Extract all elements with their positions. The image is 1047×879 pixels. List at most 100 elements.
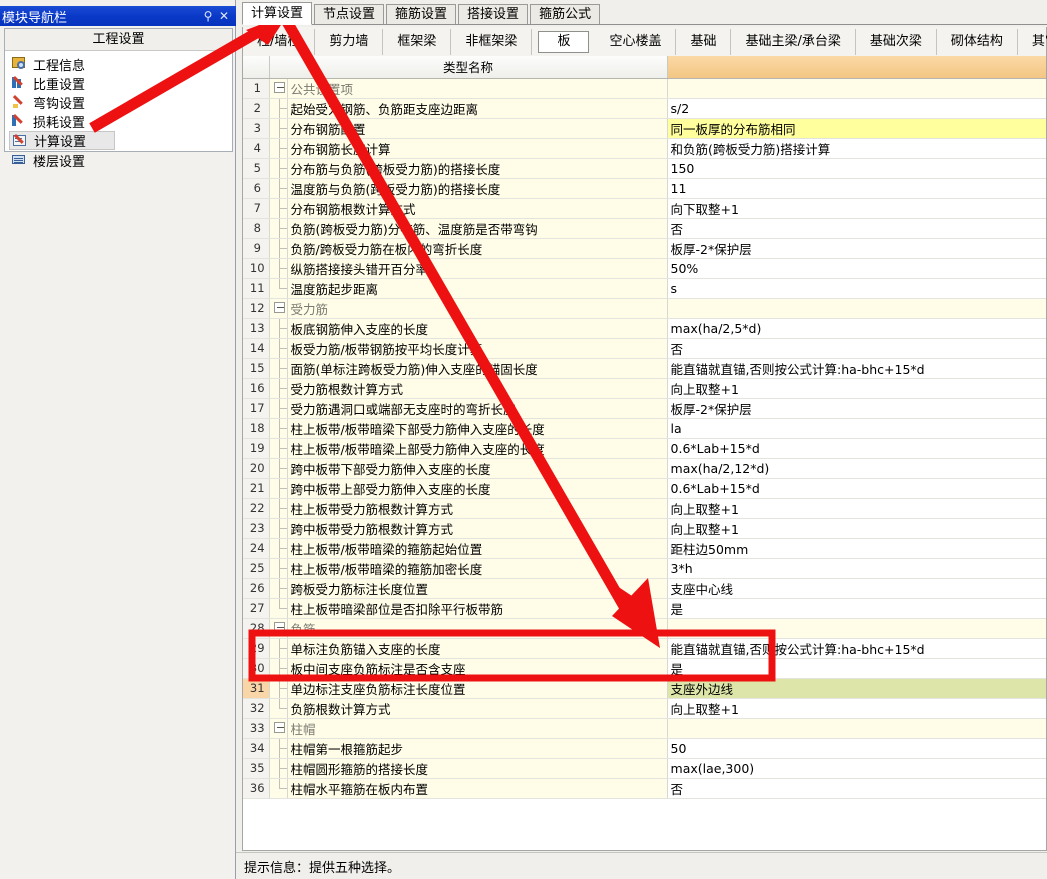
tab-foundation-sub-beam[interactable]: 基础次梁 [856,28,937,55]
tab-column-wall-column[interactable]: 柱/墙柱 [243,28,316,55]
tab-lap-settings[interactable]: 搭接设置 [458,4,529,24]
row-value[interactable]: 板厚-2*保护层 [667,238,1046,259]
tab-stirrup-settings[interactable]: 箍筋设置 [386,4,457,24]
table-row[interactable]: 9 负筋/跨板受力筋在板内的弯折长度 板厚-2*保护层 [243,238,1046,259]
row-value[interactable]: max(lae,300) [667,758,1046,779]
table-row[interactable]: 31 单边标注支座负筋标注长度位置 支座外边线 [243,678,1046,699]
row-value[interactable]: 同一板厚的分布筋相同 [667,118,1046,139]
tab-slab[interactable]: 板 [538,30,590,53]
row-value[interactable]: 0.6*Lab+15*d [667,438,1046,459]
table-row[interactable]: 35 柱帽圆形箍筋的搭接长度 max(lae,300) [243,758,1046,779]
table-row[interactable]: 17 受力筋遇洞口或端部无支座时的弯折长度 板厚-2*保护层 [243,398,1046,419]
tab-calc-settings[interactable]: 计算设置 [242,2,313,25]
tab-node-settings[interactable]: 节点设置 [314,4,385,24]
row-value[interactable]: 是 [667,658,1046,679]
row-value[interactable]: 3*h [667,558,1046,579]
row-value[interactable]: 否 [667,778,1046,799]
sidebar-item-project-info[interactable]: 工程信息 [9,55,115,74]
row-value[interactable] [667,718,1046,739]
row-value[interactable] [667,298,1046,319]
tree-expander-icon[interactable] [273,81,285,93]
table-row[interactable]: 33 柱帽 [243,718,1046,739]
tab-foundation-main-beam[interactable]: 基础主梁/承台梁 [731,28,856,55]
tab-frame-beam[interactable]: 框架梁 [383,28,452,55]
table-row[interactable]: 11 温度筋起步距离 s [243,278,1046,299]
row-value[interactable]: 向下取整+1 [667,198,1046,219]
row-value[interactable]: 否 [667,218,1046,239]
tab-stirrup-formula[interactable]: 箍筋公式 [530,4,601,24]
row-value[interactable] [667,78,1046,99]
table-row[interactable]: 6 温度筋与负筋(跨板受力筋)的搭接长度 11 [243,178,1046,199]
table-row[interactable]: 19 柱上板带/板带暗梁上部受力筋伸入支座的长度 0.6*Lab+15*d [243,438,1046,459]
table-row[interactable]: 30 板中间支座负筋标注是否含支座是 [243,658,1046,679]
table-row[interactable]: 3 分布钢筋配置 同一板厚的分布筋相同 [243,118,1046,139]
table-row[interactable]: 28 负筋 [243,618,1046,639]
tree-expander-icon[interactable] [273,301,285,313]
sidebar-item-floor-settings[interactable]: 楼层设置 [9,151,115,170]
table-row[interactable]: 24 柱上板带/板带暗梁的箍筋起始位置 距柱边50mm [243,538,1046,559]
table-row[interactable]: 26 跨板受力筋标注长度位置 支座中心线 [243,578,1046,599]
table-row[interactable]: 23 跨中板带受力筋根数计算方式 向上取整+1 [243,518,1046,539]
table-row[interactable]: 8 负筋(跨板受力筋)分布筋、温度筋是否带弯钩否 [243,218,1046,239]
row-value[interactable]: s [667,278,1046,299]
row-value[interactable]: 50% [667,258,1046,279]
header-type-name[interactable]: 类型名称 [269,56,668,79]
table-row[interactable]: 18 柱上板带/板带暗梁下部受力筋伸入支座的长度 la [243,418,1046,439]
table-row[interactable]: 27 柱上板带暗梁部位是否扣除平行板带筋是 [243,598,1046,619]
sidebar-item-hook[interactable]: 弯钩设置 [9,93,115,112]
tree-expander-icon[interactable] [273,721,285,733]
row-value[interactable]: 支座中心线 [667,578,1046,599]
table-row[interactable]: 4 分布钢筋长度计算 和负筋(跨板受力筋)搭接计算 [243,138,1046,159]
sidebar-item-weight-ratio[interactable]: 比重设置 [9,74,115,93]
row-value[interactable]: 是 [667,598,1046,619]
table-row[interactable]: 25 柱上板带/板带暗梁的箍筋加密长度 3*h [243,558,1046,579]
table-row[interactable]: 2 起始受力钢筋、负筋距支座边距离 s/2 [243,98,1046,119]
row-value[interactable]: 向上取整+1 [667,498,1046,519]
table-row[interactable]: 32 负筋根数计算方式 向上取整+1 [243,698,1046,719]
table-row[interactable]: 10 纵筋搭接接头错开百分率 50% [243,258,1046,279]
tab-shear-wall[interactable]: 剪力墙 [315,28,384,55]
table-row[interactable]: 16 受力筋根数计算方式 向上取整+1 [243,378,1046,399]
table-row[interactable]: 13 板底钢筋伸入支座的长度 max(ha/2,5*d) [243,318,1046,339]
tab-other[interactable]: 其它 [1018,29,1047,55]
row-value[interactable]: 支座外边线 [667,678,1046,699]
sidebar-item-loss[interactable]: 损耗设置 [9,112,115,131]
table-row[interactable]: 15 面筋(单标注跨板受力筋)伸入支座的锚固长度 能直锚就直锚,否则按公式计算:ha… [243,358,1046,379]
row-value[interactable]: max(ha/2,5*d) [667,318,1046,339]
row-value[interactable]: la [667,418,1046,439]
row-value[interactable]: 和负筋(跨板受力筋)搭接计算 [667,138,1046,159]
row-value[interactable]: 150 [667,158,1046,179]
row-value[interactable] [667,618,1046,639]
tab-masonry-structure[interactable]: 砌体结构 [937,28,1018,55]
table-row[interactable]: 12 受力筋 [243,298,1046,319]
row-value[interactable]: s/2 [667,98,1046,119]
tab-hollow-floor[interactable]: 空心楼盖 [595,28,677,55]
row-value[interactable]: 向上取整+1 [667,378,1046,399]
table-row[interactable]: 36 柱帽水平箍筋在板内布置否 [243,778,1046,799]
table-row[interactable]: 7 分布钢筋根数计算方式 向下取整+1 [243,198,1046,219]
row-value[interactable]: max(ha/2,12*d) [667,458,1046,479]
tab-non-frame-beam[interactable]: 非框架梁 [451,28,533,55]
tab-foundation[interactable]: 基础 [676,28,732,55]
row-value[interactable]: 11 [667,178,1046,199]
row-value[interactable]: 板厚-2*保护层 [667,398,1046,419]
tree-expander-icon[interactable] [273,621,285,633]
table-row[interactable]: 29 单标注负筋锚入支座的长度 能直锚就直锚,否则按公式计算:ha-bhc+15*d [243,638,1046,659]
table-row[interactable]: 22 柱上板带受力筋根数计算方式 向上取整+1 [243,498,1046,519]
table-row[interactable]: 21 跨中板带上部受力筋伸入支座的长度 0.6*Lab+15*d [243,478,1046,499]
table-row[interactable]: 1 公共设置项 [243,78,1046,99]
pin-icon[interactable]: ⚲ [200,10,216,22]
row-value[interactable]: 0.6*Lab+15*d [667,478,1046,499]
row-value[interactable]: 距柱边50mm [667,538,1046,559]
table-row[interactable]: 20 跨中板带下部受力筋伸入支座的长度 max(ha/2,12*d) [243,458,1046,479]
close-icon[interactable]: ✕ [216,10,232,22]
table-row[interactable]: 14 板受力筋/板带钢筋按平均长度计算否 [243,338,1046,359]
row-value[interactable]: 能直锚就直锚,否则按公式计算:ha-bhc+15*d [667,358,1046,379]
settings-grid-panel[interactable]: 类型名称 1 公共设置项 2 起始受力钢筋、负筋距支座边距离 s/2 3 分布钢筋配置 同一板… [242,56,1047,851]
sidebar-item-calc-settings[interactable]: 计算设置 [9,131,115,150]
row-value[interactable]: 50 [667,738,1046,759]
row-value[interactable]: 否 [667,338,1046,359]
row-value[interactable]: 能直锚就直锚,否则按公式计算:ha-bhc+15*d [667,638,1046,659]
row-value[interactable]: 向上取整+1 [667,518,1046,539]
row-value[interactable]: 向上取整+1 [667,698,1046,719]
